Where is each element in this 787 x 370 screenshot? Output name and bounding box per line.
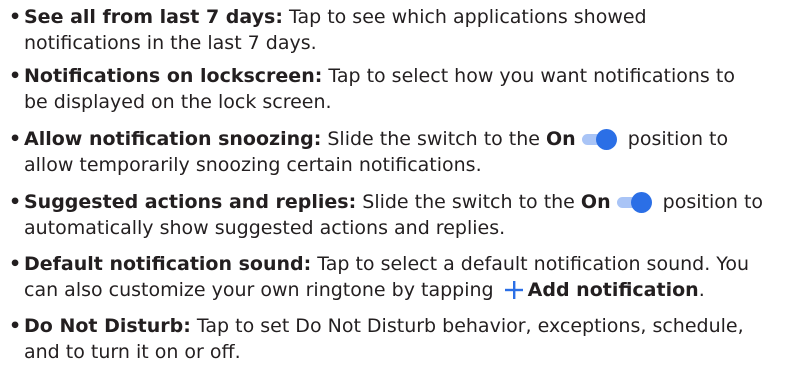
list-item-default-sound: • Default notification sound: Tap to sele…: [9, 251, 785, 303]
list-item-line-2: can also customize your own ringtone by …: [9, 277, 785, 303]
list-item-notifications-lockscreen: • Notifications on lockscreen: Tap to sel…: [9, 63, 785, 115]
description: position to: [656, 191, 764, 213]
description: Tap to select a default notification sou…: [311, 253, 750, 275]
on-label: On: [546, 128, 576, 150]
list-item-line-1: • Suggested actions and replies: Slide th…: [9, 189, 785, 215]
list-item-suggested-actions: • Suggested actions and replies: Slide th…: [9, 189, 785, 241]
list-item-line-1: • Allow notification snoozing: Slide the …: [9, 126, 785, 152]
list-item-line-2: and to turn it on or off.: [24, 341, 241, 363]
description: Slide the switch to the: [321, 128, 547, 150]
description: Tap to select how you want notifications…: [322, 65, 735, 87]
term-see-all-7-days: See all from last 7 days:: [24, 6, 283, 28]
on-label: On: [580, 191, 611, 213]
list-item-see-all-7-days: • See all from last 7 days: Tap to see wh…: [9, 4, 785, 56]
term-notifications-lockscreen: Notifications on lockscreen:: [24, 65, 323, 87]
term-suggested-actions: Suggested actions and replies:: [24, 191, 357, 213]
list-item-line-2: be displayed on the lock screen.: [24, 91, 332, 113]
list-item-line-1: • Default notification sound: Tap to sele…: [9, 251, 785, 277]
bullet: •: [9, 128, 22, 150]
description: position to: [621, 128, 729, 150]
list-item-line-1: • Notifications on lockscreen: Tap to sel…: [9, 63, 785, 89]
bullet: •: [9, 6, 22, 28]
description: Slide the switch to the: [356, 191, 581, 213]
toggle-on-icon: [616, 192, 653, 213]
toggle-on-icon: [581, 129, 618, 150]
toggle-knob: [595, 129, 617, 150]
list-item-line-2: automatically show suggested actions and…: [24, 217, 506, 239]
plus-icon: [504, 280, 524, 307]
bullet: •: [9, 315, 22, 337]
term-do-not-disturb: Do Not Disturb:: [24, 315, 191, 337]
bullet: •: [9, 191, 22, 213]
description: can also customize your own ringtone by …: [24, 279, 500, 301]
list-item-line-2: notifications in the last 7 days.: [24, 32, 317, 54]
toggle-knob: [630, 192, 652, 213]
add-notification-label: Add notification: [527, 279, 699, 301]
list-item-allow-snoozing: • Allow notification snoozing: Slide the …: [9, 126, 785, 178]
description: .: [698, 279, 705, 301]
description: Tap to see which applications showed: [282, 6, 647, 28]
list-item-line-2: allow temporarily snoozing certain notif…: [24, 154, 482, 176]
description: Tap to set Do Not Disturb behavior, exce…: [190, 315, 744, 337]
list-item-do-not-disturb: • Do Not Disturb: Tap to set Do Not Distu…: [9, 313, 785, 365]
bullet: •: [9, 253, 22, 275]
list-item-line-1: • See all from last 7 days: Tap to see wh…: [9, 4, 785, 30]
bullet: •: [9, 65, 22, 87]
list-item-line-1: • Do Not Disturb: Tap to set Do Not Distu…: [9, 313, 785, 339]
term-allow-snoozing: Allow notification snoozing:: [24, 128, 322, 150]
term-default-sound: Default notification sound:: [24, 253, 312, 275]
